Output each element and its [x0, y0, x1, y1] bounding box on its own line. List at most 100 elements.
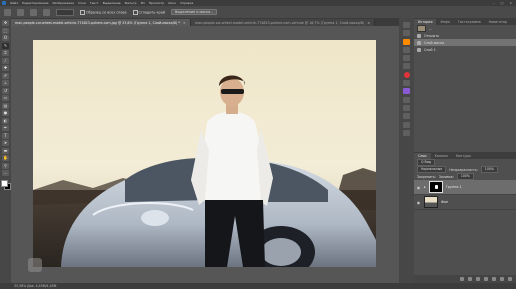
tab-navigator[interactable]: Навигатор [485, 19, 511, 25]
gradients-panel-icon[interactable] [403, 55, 410, 62]
subtract-selection-icon[interactable] [43, 8, 50, 16]
document-tab-2[interactable]: man-people-car-wheel-model-vehicle-77482… [190, 19, 376, 26]
add-style-icon[interactable] [468, 277, 472, 281]
move-tool-icon[interactable]: ✥ [2, 20, 9, 26]
opacity-field[interactable]: 100% [480, 166, 498, 173]
document-tab-bar: man-people-car-wheel-model-vehicle-77482… [11, 18, 399, 26]
history-snapshot[interactable]: ... [414, 25, 516, 32]
adjustment-layer-icon[interactable] [484, 277, 488, 281]
visibility-eye-icon[interactable]: ◉ [416, 185, 421, 190]
history-item[interactable]: Слой-маска [414, 39, 516, 46]
sample-all-layers-checkbox[interactable] [80, 9, 85, 15]
menu-select[interactable]: Выделение [103, 1, 121, 5]
tool-preset-icon[interactable] [4, 8, 11, 16]
layer-filter-row: Q Вид [414, 159, 516, 166]
blend-mode-dropdown[interactable]: Нормальные [417, 166, 447, 173]
tab-info[interactable]: Инфо [436, 19, 453, 25]
actions-panel-icon[interactable] [403, 96, 410, 103]
fill-field[interactable]: 100% [456, 173, 474, 180]
rectangle-tool-icon[interactable]: ▬ [2, 147, 9, 154]
menu-layers[interactable]: Слои [78, 1, 86, 5]
marquee-tool-icon[interactable]: ⬚ [2, 27, 9, 34]
menu-3d[interactable]: 3D [141, 1, 145, 5]
eraser-tool-icon[interactable]: ▭ [2, 95, 9, 101]
layer-filter-dropdown[interactable]: Q Вид [417, 159, 435, 166]
properties-panel-icon[interactable] [403, 30, 410, 37]
trash-icon[interactable] [508, 277, 512, 281]
document-tab-1[interactable]: man-people-car-wheel-model-vehicle-77482… [11, 19, 191, 26]
brush-tool-icon[interactable]: ✐ [2, 72, 9, 79]
status-text: 33,58% Док: 4,45М/4,45М [14, 284, 57, 288]
color-panel-icon[interactable] [403, 38, 410, 45]
eyedropper-tool-icon[interactable]: ⁄ [2, 57, 9, 64]
blur-tool-icon[interactable]: ● [2, 110, 9, 116]
add-mask-icon[interactable] [476, 277, 480, 281]
path-selection-tool-icon[interactable]: ➤ [2, 140, 9, 146]
smooth-edge-option[interactable]: Сгладить край [132, 9, 165, 15]
paragraph-panel-icon[interactable] [403, 121, 410, 128]
minimize-button[interactable]: – [493, 1, 495, 5]
patterns-panel-icon[interactable] [403, 63, 410, 70]
new-layer-icon[interactable] [500, 277, 504, 281]
libraries-panel-icon[interactable] [403, 80, 410, 87]
zoom-tool-icon[interactable]: ⚲ [2, 162, 9, 169]
character-panel-icon[interactable] [403, 113, 410, 120]
gradient-tool-icon[interactable]: ▤ [2, 102, 9, 109]
quick-selection-tool-icon[interactable]: ✎ [2, 42, 9, 49]
menu-text[interactable]: Текст [90, 1, 99, 5]
layer-mask-thumbnail[interactable] [428, 181, 443, 193]
swatches-panel-icon[interactable] [403, 46, 410, 53]
snapshot-thumbnail [417, 25, 426, 32]
more-tools-icon[interactable]: … [2, 170, 9, 176]
history-panel-tabs: История Инфо Гистограмма Навигатор [414, 18, 516, 25]
brushes-panel-icon[interactable] [403, 104, 410, 111]
visibility-eye-icon[interactable]: ◉ [416, 200, 421, 205]
layer-row[interactable]: ◉ ▸ Группа 1 [414, 180, 516, 195]
smooth-edge-checkbox[interactable] [132, 9, 138, 15]
styles-panel-icon[interactable] [403, 88, 410, 95]
healing-brush-tool-icon[interactable]: ✚ [2, 65, 9, 71]
sample-all-layers-label: Образец со всех слоев [86, 10, 127, 14]
foreground-color-swatch[interactable] [1, 179, 8, 187]
history-brush-tool-icon[interactable]: ↺ [2, 87, 9, 94]
menu-filter[interactable]: Фильтр [125, 1, 137, 5]
maximize-button[interactable]: □ [501, 1, 504, 5]
hand-tool-icon[interactable]: ✋ [2, 155, 9, 161]
new-group-icon[interactable] [492, 277, 496, 281]
sample-all-layers-option[interactable]: Образец со всех слоев [80, 9, 127, 15]
link-layers-icon[interactable] [460, 277, 464, 281]
adjustments-panel-icon[interactable] [403, 71, 410, 78]
select-and-mask-button[interactable]: Выделение и маска... [171, 9, 218, 15]
clone-stamp-tool-icon[interactable]: ⊥ [2, 80, 9, 86]
blend-row: Нормальные Непрозрачность: 100% [414, 166, 516, 173]
close-button[interactable]: × [509, 1, 512, 5]
layer-row[interactable]: ◉ Фон [414, 195, 516, 210]
history-item[interactable]: Слой 1 [414, 46, 516, 53]
tab-paths[interactable]: Контуры [452, 153, 475, 159]
type-tool-icon[interactable]: T [2, 132, 9, 139]
tools-panel: ✥ ⬚ ʘ ✎ ⌗ ⁄ ✚ ✐ ⊥ ↺ ▭ ▤ ● ◐ ✒ T ➤ ▬ ✋ ⚲ … [0, 18, 11, 283]
history-panel-icon[interactable] [403, 22, 410, 28]
menu-file[interactable]: Файл [10, 1, 18, 5]
color-swatches[interactable] [1, 179, 11, 190]
menu-image[interactable]: Изображение [52, 1, 74, 5]
history-item[interactable]: Открыть [414, 32, 516, 39]
dodge-tool-icon[interactable]: ◐ [2, 117, 9, 124]
close-tab-icon[interactable]: × [367, 21, 370, 25]
glyphs-panel-icon[interactable] [403, 129, 410, 136]
add-selection-icon[interactable] [30, 8, 37, 16]
history-step-icon [417, 47, 421, 52]
menu-window[interactable]: Окно [168, 1, 176, 5]
lasso-tool-icon[interactable]: ʘ [2, 35, 9, 41]
crop-tool-icon[interactable]: ⌗ [2, 50, 9, 56]
smooth-edge-label: Сгладить край [138, 10, 165, 14]
close-tab-icon[interactable]: × [183, 21, 186, 25]
menu-view[interactable]: Просмотр [149, 1, 164, 5]
brush-size-field[interactable] [56, 8, 74, 16]
menu-edit[interactable]: Редактирование [22, 1, 48, 5]
pen-tool-icon[interactable]: ✒ [2, 125, 9, 131]
new-selection-icon[interactable] [17, 8, 24, 16]
document-canvas[interactable] [33, 40, 376, 267]
tab-histogram[interactable]: Гистограмма [454, 19, 485, 25]
menu-help[interactable]: Справка [180, 1, 193, 5]
